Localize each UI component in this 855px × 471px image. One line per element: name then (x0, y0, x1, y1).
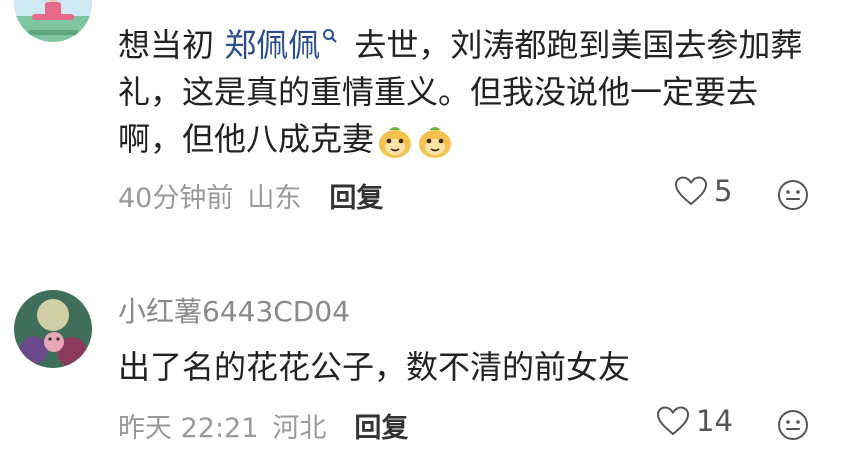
comment-meta: 40分钟前 山东 回复 (118, 176, 397, 215)
comment-meta: 昨天 22:21 河北 回复 (118, 406, 422, 445)
heart-outline-icon (674, 176, 708, 206)
comment-time: 40分钟前 (118, 183, 234, 214)
like-button[interactable]: 5 (674, 174, 732, 208)
comment-content: 想当初 郑佩佩 去世，刘涛都跑到美国去参加葬礼，这是真的重情重义。但我没说他一定… (118, 22, 818, 163)
heart-outline-icon (656, 406, 690, 436)
like-count: 5 (714, 174, 733, 208)
search-icon[interactable] (322, 28, 338, 44)
face-outline-icon[interactable] (777, 179, 809, 211)
comment-text-before: 想当初 (118, 26, 225, 64)
comment-content: 出了名的花花公子，数不清的前女友 (118, 348, 631, 386)
comment-username[interactable]: 小红薯6443CD04 (118, 290, 350, 330)
reply-button[interactable]: 回复 (329, 183, 383, 214)
smirk-sticker-icon (419, 127, 452, 158)
face-outline-icon[interactable] (777, 409, 809, 441)
like-button[interactable]: 14 (656, 404, 733, 438)
reply-button[interactable]: 回复 (354, 413, 408, 444)
mention-link[interactable]: 郑佩佩 (224, 26, 320, 64)
comment-location: 山东 (247, 183, 302, 214)
avatar[interactable] (14, 0, 92, 42)
avatar[interactable] (14, 290, 92, 368)
like-count: 14 (696, 404, 733, 438)
comment-time: 昨天 22:21 (118, 413, 259, 444)
comment-location: 河北 (272, 413, 327, 444)
smirk-sticker-icon (379, 127, 412, 158)
